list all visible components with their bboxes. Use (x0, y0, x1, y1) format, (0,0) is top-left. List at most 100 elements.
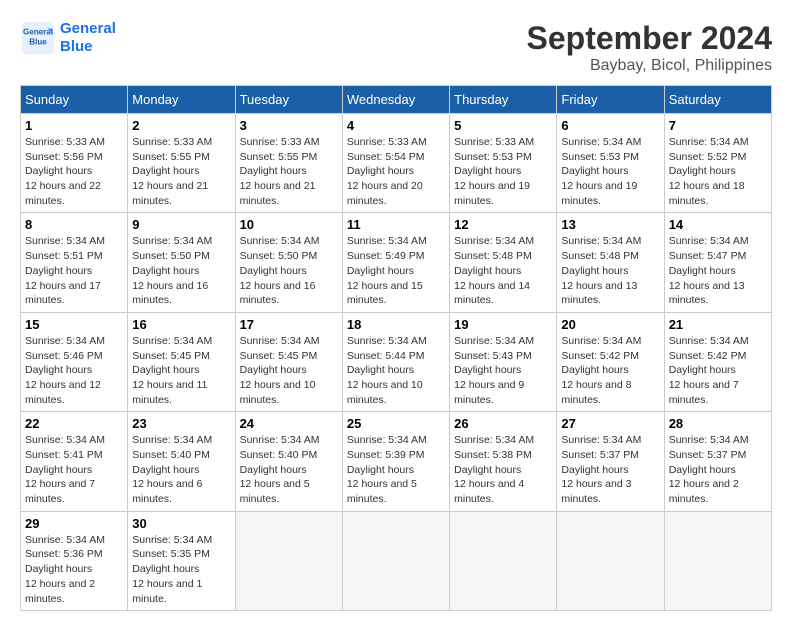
header-thursday: Thursday (450, 86, 557, 114)
day-info: Sunrise: 5:34 AMSunset: 5:44 PMDaylight … (347, 335, 427, 406)
day-number: 23 (132, 416, 230, 431)
calendar-cell: 19 Sunrise: 5:34 AMSunset: 5:43 PMDaylig… (450, 312, 557, 411)
calendar-cell: 11 Sunrise: 5:34 AMSunset: 5:49 PMDaylig… (342, 213, 449, 312)
day-info: Sunrise: 5:34 AMSunset: 5:40 PMDaylight … (132, 434, 212, 505)
calendar-cell: 2 Sunrise: 5:33 AMSunset: 5:55 PMDayligh… (128, 114, 235, 213)
day-number: 24 (240, 416, 338, 431)
calendar-cell: 15 Sunrise: 5:34 AMSunset: 5:46 PMDaylig… (21, 312, 128, 411)
day-number: 1 (25, 118, 123, 133)
day-number: 13 (561, 217, 659, 232)
day-info: Sunrise: 5:34 AMSunset: 5:48 PMDaylight … (561, 235, 641, 306)
day-number: 16 (132, 317, 230, 332)
day-info: Sunrise: 5:34 AMSunset: 5:45 PMDaylight … (240, 335, 320, 406)
calendar-cell: 17 Sunrise: 5:34 AMSunset: 5:45 PMDaylig… (235, 312, 342, 411)
day-info: Sunrise: 5:34 AMSunset: 5:49 PMDaylight … (347, 235, 427, 306)
day-info: Sunrise: 5:34 AMSunset: 5:42 PMDaylight … (561, 335, 641, 406)
calendar-cell (342, 511, 449, 610)
day-number: 3 (240, 118, 338, 133)
day-number: 9 (132, 217, 230, 232)
calendar-cell: 20 Sunrise: 5:34 AMSunset: 5:42 PMDaylig… (557, 312, 664, 411)
day-number: 17 (240, 317, 338, 332)
calendar-cell: 14 Sunrise: 5:34 AMSunset: 5:47 PMDaylig… (664, 213, 771, 312)
day-info: Sunrise: 5:34 AMSunset: 5:50 PMDaylight … (240, 235, 320, 306)
calendar-cell: 23 Sunrise: 5:34 AMSunset: 5:40 PMDaylig… (128, 412, 235, 511)
day-number: 15 (25, 317, 123, 332)
calendar-table: Sunday Monday Tuesday Wednesday Thursday… (20, 85, 772, 611)
day-info: Sunrise: 5:33 AMSunset: 5:56 PMDaylight … (25, 136, 105, 207)
day-info: Sunrise: 5:34 AMSunset: 5:36 PMDaylight … (25, 534, 105, 605)
day-number: 29 (25, 516, 123, 531)
day-info: Sunrise: 5:34 AMSunset: 5:38 PMDaylight … (454, 434, 534, 505)
calendar-cell: 28 Sunrise: 5:34 AMSunset: 5:37 PMDaylig… (664, 412, 771, 511)
calendar-cell (664, 511, 771, 610)
day-number: 21 (669, 317, 767, 332)
day-number: 2 (132, 118, 230, 133)
calendar-cell: 22 Sunrise: 5:34 AMSunset: 5:41 PMDaylig… (21, 412, 128, 511)
calendar-cell: 13 Sunrise: 5:34 AMSunset: 5:48 PMDaylig… (557, 213, 664, 312)
day-info: Sunrise: 5:34 AMSunset: 5:35 PMDaylight … (132, 534, 212, 605)
page-header: General Blue General Blue September 2024… (20, 20, 772, 75)
calendar-cell: 4 Sunrise: 5:33 AMSunset: 5:54 PMDayligh… (342, 114, 449, 213)
calendar-cell: 9 Sunrise: 5:34 AMSunset: 5:50 PMDayligh… (128, 213, 235, 312)
day-number: 12 (454, 217, 552, 232)
day-info: Sunrise: 5:34 AMSunset: 5:37 PMDaylight … (669, 434, 749, 505)
header-wednesday: Wednesday (342, 86, 449, 114)
day-number: 4 (347, 118, 445, 133)
day-number: 19 (454, 317, 552, 332)
day-number: 25 (347, 416, 445, 431)
calendar-cell: 8 Sunrise: 5:34 AMSunset: 5:51 PMDayligh… (21, 213, 128, 312)
location-text: Baybay, Bicol, Philippines (527, 57, 772, 75)
day-info: Sunrise: 5:34 AMSunset: 5:40 PMDaylight … (240, 434, 320, 505)
calendar-cell (235, 511, 342, 610)
day-info: Sunrise: 5:33 AMSunset: 5:55 PMDaylight … (132, 136, 212, 207)
calendar-cell: 10 Sunrise: 5:34 AMSunset: 5:50 PMDaylig… (235, 213, 342, 312)
day-info: Sunrise: 5:34 AMSunset: 5:39 PMDaylight … (347, 434, 427, 505)
svg-text:Blue: Blue (29, 37, 47, 46)
calendar-cell (557, 511, 664, 610)
day-number: 18 (347, 317, 445, 332)
day-info: Sunrise: 5:34 AMSunset: 5:43 PMDaylight … (454, 335, 534, 406)
day-number: 20 (561, 317, 659, 332)
calendar-cell: 5 Sunrise: 5:33 AMSunset: 5:53 PMDayligh… (450, 114, 557, 213)
weekday-header-row: Sunday Monday Tuesday Wednesday Thursday… (21, 86, 772, 114)
day-number: 30 (132, 516, 230, 531)
day-info: Sunrise: 5:34 AMSunset: 5:53 PMDaylight … (561, 136, 641, 207)
day-number: 27 (561, 416, 659, 431)
calendar-cell: 29 Sunrise: 5:34 AMSunset: 5:36 PMDaylig… (21, 511, 128, 610)
logo-icon: General Blue (20, 20, 56, 56)
day-info: Sunrise: 5:34 AMSunset: 5:37 PMDaylight … (561, 434, 641, 505)
logo-subtext: Blue (60, 38, 116, 56)
header-monday: Monday (128, 86, 235, 114)
calendar-cell: 7 Sunrise: 5:34 AMSunset: 5:52 PMDayligh… (664, 114, 771, 213)
day-number: 5 (454, 118, 552, 133)
day-number: 14 (669, 217, 767, 232)
day-info: Sunrise: 5:34 AMSunset: 5:50 PMDaylight … (132, 235, 212, 306)
day-info: Sunrise: 5:34 AMSunset: 5:46 PMDaylight … (25, 335, 105, 406)
calendar-cell (450, 511, 557, 610)
calendar-cell: 30 Sunrise: 5:34 AMSunset: 5:35 PMDaylig… (128, 511, 235, 610)
logo: General Blue General Blue (20, 20, 116, 56)
day-info: Sunrise: 5:34 AMSunset: 5:51 PMDaylight … (25, 235, 105, 306)
day-number: 26 (454, 416, 552, 431)
day-number: 22 (25, 416, 123, 431)
calendar-cell: 12 Sunrise: 5:34 AMSunset: 5:48 PMDaylig… (450, 213, 557, 312)
calendar-cell: 3 Sunrise: 5:33 AMSunset: 5:55 PMDayligh… (235, 114, 342, 213)
day-number: 28 (669, 416, 767, 431)
day-number: 8 (25, 217, 123, 232)
logo-text: General (60, 20, 116, 38)
svg-text:General: General (23, 27, 53, 36)
calendar-cell: 25 Sunrise: 5:34 AMSunset: 5:39 PMDaylig… (342, 412, 449, 511)
calendar-cell: 24 Sunrise: 5:34 AMSunset: 5:40 PMDaylig… (235, 412, 342, 511)
day-info: Sunrise: 5:34 AMSunset: 5:41 PMDaylight … (25, 434, 105, 505)
day-info: Sunrise: 5:34 AMSunset: 5:47 PMDaylight … (669, 235, 749, 306)
title-section: September 2024 Baybay, Bicol, Philippine… (527, 20, 772, 75)
day-number: 11 (347, 217, 445, 232)
header-tuesday: Tuesday (235, 86, 342, 114)
header-sunday: Sunday (21, 86, 128, 114)
calendar-cell: 26 Sunrise: 5:34 AMSunset: 5:38 PMDaylig… (450, 412, 557, 511)
day-info: Sunrise: 5:33 AMSunset: 5:55 PMDaylight … (240, 136, 320, 207)
day-info: Sunrise: 5:33 AMSunset: 5:53 PMDaylight … (454, 136, 534, 207)
day-info: Sunrise: 5:33 AMSunset: 5:54 PMDaylight … (347, 136, 427, 207)
header-saturday: Saturday (664, 86, 771, 114)
day-info: Sunrise: 5:34 AMSunset: 5:42 PMDaylight … (669, 335, 749, 406)
